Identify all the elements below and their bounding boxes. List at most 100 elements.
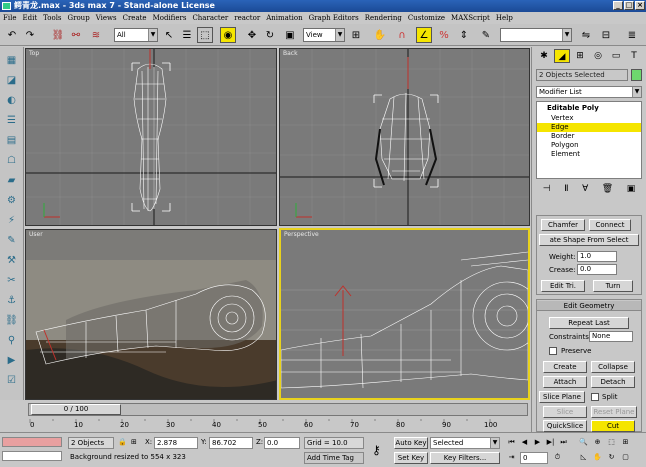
- motion-tab-icon[interactable]: ◎: [590, 49, 606, 63]
- menu-modifiers[interactable]: Modifiers: [153, 14, 187, 22]
- stack-item-element[interactable]: Element: [537, 150, 641, 159]
- maximize-button[interactable]: □: [624, 1, 634, 10]
- auto-key-button[interactable]: Auto Key: [394, 437, 428, 449]
- track-bar[interactable]: 0 10 20 30 40 50 60 70 80 90 100: [28, 419, 528, 431]
- pan-icon[interactable]: ✋: [592, 452, 603, 462]
- maxscript-listener-mini[interactable]: [2, 437, 62, 447]
- zoom-extents-all-icon[interactable]: ⊞: [620, 437, 631, 447]
- dashpot-icon[interactable]: ⚙: [4, 193, 19, 207]
- connect-button[interactable]: Connect: [589, 219, 631, 231]
- stack-item-polygon[interactable]: Polygon: [537, 141, 641, 150]
- viewport-label-user[interactable]: User: [29, 231, 43, 238]
- menu-rendering[interactable]: Rendering: [365, 14, 402, 22]
- menu-views[interactable]: Views: [96, 14, 117, 22]
- go-to-end-icon[interactable]: ⏭: [558, 437, 569, 447]
- time-slider[interactable]: 0 / 100: [28, 403, 528, 416]
- create-button[interactable]: Create: [543, 361, 587, 373]
- menu-help[interactable]: Help: [496, 14, 513, 22]
- minimize-button[interactable]: _: [613, 1, 623, 10]
- stack-item-vertex[interactable]: Vertex: [537, 114, 641, 123]
- split-checkbox[interactable]: [591, 393, 599, 401]
- object-name-field[interactable]: 2 Objects Selected: [536, 69, 628, 81]
- object-color-swatch[interactable]: [631, 69, 642, 81]
- stack-item-editable-poly[interactable]: Editable Poly: [537, 104, 641, 113]
- select-manipulate-icon[interactable]: ✋: [372, 27, 388, 43]
- selection-filter-dropdown[interactable]: All ▼: [114, 28, 158, 42]
- toy-car-icon[interactable]: ⚒: [4, 253, 19, 267]
- display-tab-icon[interactable]: ▭: [608, 49, 624, 63]
- menu-graph-editors[interactable]: Graph Editors: [309, 14, 359, 22]
- spinner-snap-icon[interactable]: ⇕: [456, 27, 472, 43]
- percent-snap-icon[interactable]: %: [436, 27, 452, 43]
- select-by-name-icon[interactable]: ☰: [179, 27, 195, 43]
- named-selection-icon[interactable]: ✎: [478, 27, 494, 43]
- current-frame-field[interactable]: 0: [520, 452, 548, 464]
- viewport-label-perspective[interactable]: Perspective: [284, 231, 319, 238]
- menu-maxscript[interactable]: MAXScript: [451, 14, 490, 22]
- menu-animation[interactable]: Animation: [266, 14, 302, 22]
- viewport-back[interactable]: Back: [279, 48, 530, 226]
- configure-modifier-sets-icon[interactable]: ▣: [627, 184, 636, 200]
- time-configuration-icon[interactable]: ⏱: [552, 452, 563, 462]
- absolute-mode-icon[interactable]: ⊞: [131, 438, 137, 446]
- stack-item-edge[interactable]: Edge: [537, 123, 641, 132]
- show-end-result-icon[interactable]: Ⅱ: [564, 184, 568, 200]
- z-coordinate-field[interactable]: 0.0: [264, 437, 300, 449]
- turn-button[interactable]: Turn: [593, 280, 633, 292]
- angle-snap-icon[interactable]: ∠: [416, 27, 432, 43]
- viewport-perspective[interactable]: Perspective: [279, 228, 530, 400]
- menu-reactor[interactable]: reactor: [234, 14, 260, 22]
- plane-icon[interactable]: ☖: [4, 153, 19, 167]
- snap-toggle-icon[interactable]: ∩: [394, 27, 410, 43]
- create-tab-icon[interactable]: ✱: [536, 49, 552, 63]
- pin-stack-icon[interactable]: ⊣: [543, 184, 551, 200]
- align-icon[interactable]: ⊟: [598, 27, 614, 43]
- edit-triangulation-button[interactable]: Edit Tri.: [541, 280, 585, 292]
- select-move-icon[interactable]: ✥: [244, 27, 260, 43]
- play-icon[interactable]: ▶: [532, 437, 543, 447]
- previous-frame-icon[interactable]: ◀: [519, 437, 530, 447]
- named-selection-sets-dropdown[interactable]: ▼: [500, 28, 572, 42]
- set-key-button[interactable]: Set Key: [394, 452, 428, 464]
- quickslice-button[interactable]: QuickSlice: [543, 420, 587, 432]
- select-scale-icon[interactable]: ▣: [282, 27, 298, 43]
- maximize-viewport-icon[interactable]: ▢: [620, 452, 631, 462]
- weight-spinner[interactable]: 1.0: [577, 251, 617, 262]
- layer-manager-icon[interactable]: ≣: [624, 27, 640, 43]
- crease-spinner[interactable]: 0.0: [577, 264, 617, 275]
- select-and-link-icon[interactable]: ⛓: [50, 27, 66, 43]
- modifier-list-dropdown[interactable]: Modifier List ▼: [536, 86, 642, 98]
- zoom-all-icon[interactable]: ⊕: [592, 437, 603, 447]
- pivot-center-icon[interactable]: ⊞: [348, 27, 364, 43]
- soft-body-icon[interactable]: ◐: [4, 93, 19, 107]
- menu-tools[interactable]: Tools: [43, 14, 61, 22]
- unlink-icon[interactable]: ⚯: [68, 27, 84, 43]
- rigid-body-icon[interactable]: ▦: [4, 53, 19, 67]
- cut-button[interactable]: Cut: [591, 420, 635, 432]
- zoom-extents-icon[interactable]: ⬚: [606, 437, 617, 447]
- rope-icon[interactable]: ☰: [4, 113, 19, 127]
- deforming-mesh-icon[interactable]: ▤: [4, 133, 19, 147]
- stack-item-border[interactable]: Border: [537, 132, 641, 141]
- window-crossing-icon[interactable]: ◉: [220, 27, 236, 43]
- arc-rotate-icon[interactable]: ↻: [606, 452, 617, 462]
- next-frame-icon[interactable]: ▶|: [545, 437, 556, 447]
- menu-edit[interactable]: Edit: [22, 14, 37, 22]
- select-object-icon[interactable]: ↖: [161, 27, 177, 43]
- make-unique-icon[interactable]: ∀: [582, 184, 588, 200]
- menu-group[interactable]: Group: [68, 14, 90, 22]
- constraints-dropdown[interactable]: None: [589, 331, 633, 342]
- hierarchy-tab-icon[interactable]: ⊞: [572, 49, 588, 63]
- edit-geometry-header[interactable]: Edit Geometry: [537, 301, 641, 311]
- create-shape-from-selection-button[interactable]: ate Shape From Select: [539, 234, 639, 246]
- y-coordinate-field[interactable]: 86.702: [209, 437, 253, 449]
- rect-selection-icon[interactable]: ⬚: [197, 27, 213, 43]
- create-animation-icon[interactable]: ☑: [4, 373, 19, 387]
- undo-icon[interactable]: ↶: [4, 27, 20, 43]
- detach-button[interactable]: Detach: [591, 376, 635, 388]
- remove-modifier-icon[interactable]: 🗑: [602, 184, 613, 200]
- viewport-top[interactable]: Top: [25, 48, 277, 226]
- maxscript-input-mini[interactable]: [2, 451, 62, 461]
- mirror-icon[interactable]: ⇋: [578, 27, 594, 43]
- constraint-icon[interactable]: ⛓: [4, 313, 19, 327]
